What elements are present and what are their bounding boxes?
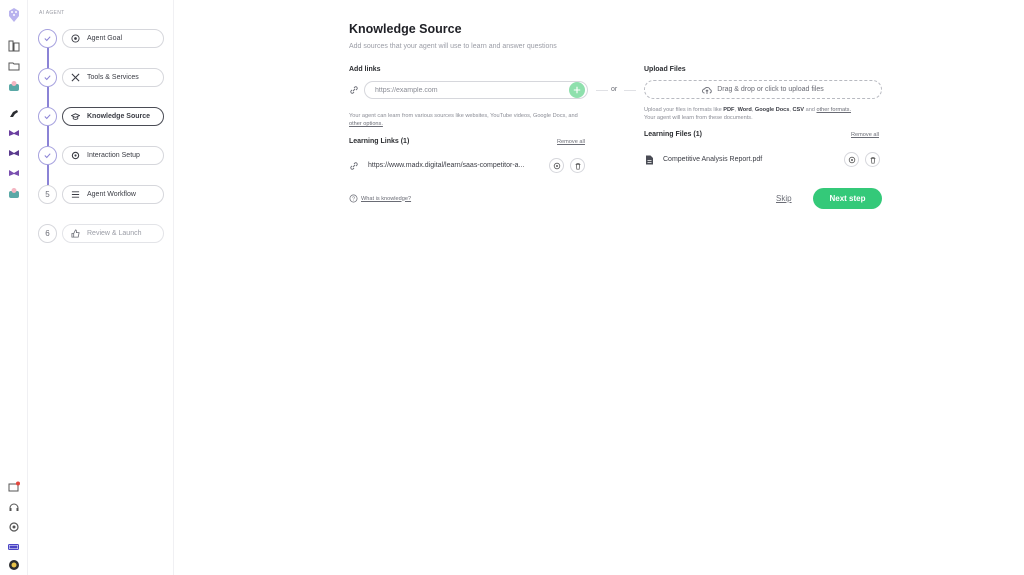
step-pill[interactable]: Interaction Setup [62,146,164,165]
agent-avatar-icon[interactable] [7,79,21,93]
list-icon [71,191,80,198]
step-connector [47,87,49,107]
step-review-launch[interactable]: 6 Review & Launch [38,224,164,244]
step-tools-services[interactable]: Tools & Services [38,68,164,88]
link-settings-button[interactable] [549,158,564,173]
graduation-cap-icon [71,113,80,120]
trash-icon [575,162,580,170]
step-label: Knowledge Source [87,113,151,120]
step-connector [47,48,49,68]
step-label: Review & Launch [87,230,142,237]
step-label: Interaction Setup [87,152,140,159]
settings-icon [848,156,855,163]
plus-icon [573,86,581,94]
agent-avatar-icon[interactable] [7,126,21,140]
step-label: Agent Goal [87,35,123,42]
next-step-button[interactable]: Next step [813,188,882,209]
brand-logo-icon[interactable] [7,7,21,23]
what-is-knowledge-link[interactable]: ? What is knowledge? [349,194,411,203]
upload-files-heading: Upload Files [644,66,686,73]
file-drop-zone[interactable]: Drag & drop or click to upload files [644,80,882,99]
step-connector [47,165,49,185]
agent-avatar-icon[interactable] [7,146,21,160]
check-icon [38,146,57,165]
support-headset-icon[interactable] [7,500,21,514]
step-number: 5 [38,185,57,204]
check-icon [38,107,57,126]
step-agent-goal[interactable]: Agent Goal [38,29,164,49]
settings-icon [553,162,560,169]
step-agent-workflow[interactable]: 5 Agent Workflow [38,185,164,205]
add-link-button[interactable] [569,82,585,98]
file-document-icon [646,155,653,165]
link-icon [350,162,358,170]
learning-links-heading: Learning Links (1) [349,138,410,145]
app-icon-rail [0,0,28,575]
cloud-upload-icon [702,86,712,94]
step-interaction-setup[interactable]: Interaction Setup [38,146,164,166]
tools-icon [71,73,80,82]
svg-text:?: ? [352,196,355,202]
agent-avatar-icon[interactable] [7,166,21,180]
thumbs-up-icon [71,229,80,238]
file-settings-button[interactable] [844,152,859,167]
gear-icon [71,151,80,160]
step-pill[interactable]: Tools & Services [62,68,164,87]
step-label: Agent Workflow [87,191,136,198]
step-pill[interactable]: Agent Workflow [62,185,164,204]
or-separator: or [611,86,618,93]
trash-icon [870,156,875,164]
links-help-text: Your agent can learn from various source… [349,113,578,127]
agent-avatar-icon[interactable] [7,186,21,200]
learning-files-heading: Learning Files (1) [644,131,702,138]
step-knowledge-source[interactable]: Knowledge Source [38,107,164,127]
learning-link-url[interactable]: https://www.madx.digital/learn/saas-comp… [368,162,524,169]
learning-file-name[interactable]: Competitive Analysis Report.pdf [663,156,762,163]
page-title: Knowledge Source [349,22,462,36]
step-pill[interactable]: Knowledge Source [62,107,164,126]
check-icon [38,68,57,87]
settings-gear-icon[interactable] [7,520,21,534]
user-avatar-icon[interactable] [7,558,21,572]
target-icon [71,34,80,43]
upload-help-text: Upload your files in formats like PDF, W… [644,107,851,121]
link-url-input[interactable] [364,81,588,99]
remove-all-links-button[interactable]: Remove all [557,139,585,145]
step-pill[interactable]: Review & Launch [62,224,164,243]
step-number: 6 [38,224,57,243]
divider-line [596,90,608,91]
skip-button[interactable]: Skip [776,194,792,203]
battery-credits-icon[interactable] [7,540,21,554]
page-subtitle: Add sources that your agent will use to … [349,43,557,50]
link-icon [350,86,358,94]
check-icon [38,29,57,48]
notifications-icon[interactable] [7,480,21,494]
remove-all-files-button[interactable]: Remove all [851,132,879,138]
library-icon[interactable] [7,39,21,53]
section-label: AI AGENT [39,10,65,16]
divider-line [624,90,636,91]
wizard-steps-panel: AI AGENT Agent Goal Tools & Services Kno… [28,0,174,575]
arm-robot-icon[interactable] [7,105,21,119]
step-connector [47,126,49,146]
add-links-heading: Add links [349,66,381,73]
step-label: Tools & Services [87,74,139,81]
step-pill[interactable]: Agent Goal [62,29,164,48]
other-formats-link[interactable]: other formats. [816,107,851,113]
help-circle-icon: ? [349,194,358,203]
other-options-link[interactable]: other options. [349,121,383,127]
folder-icon[interactable] [7,59,21,73]
file-delete-button[interactable] [865,152,880,167]
link-delete-button[interactable] [570,158,585,173]
